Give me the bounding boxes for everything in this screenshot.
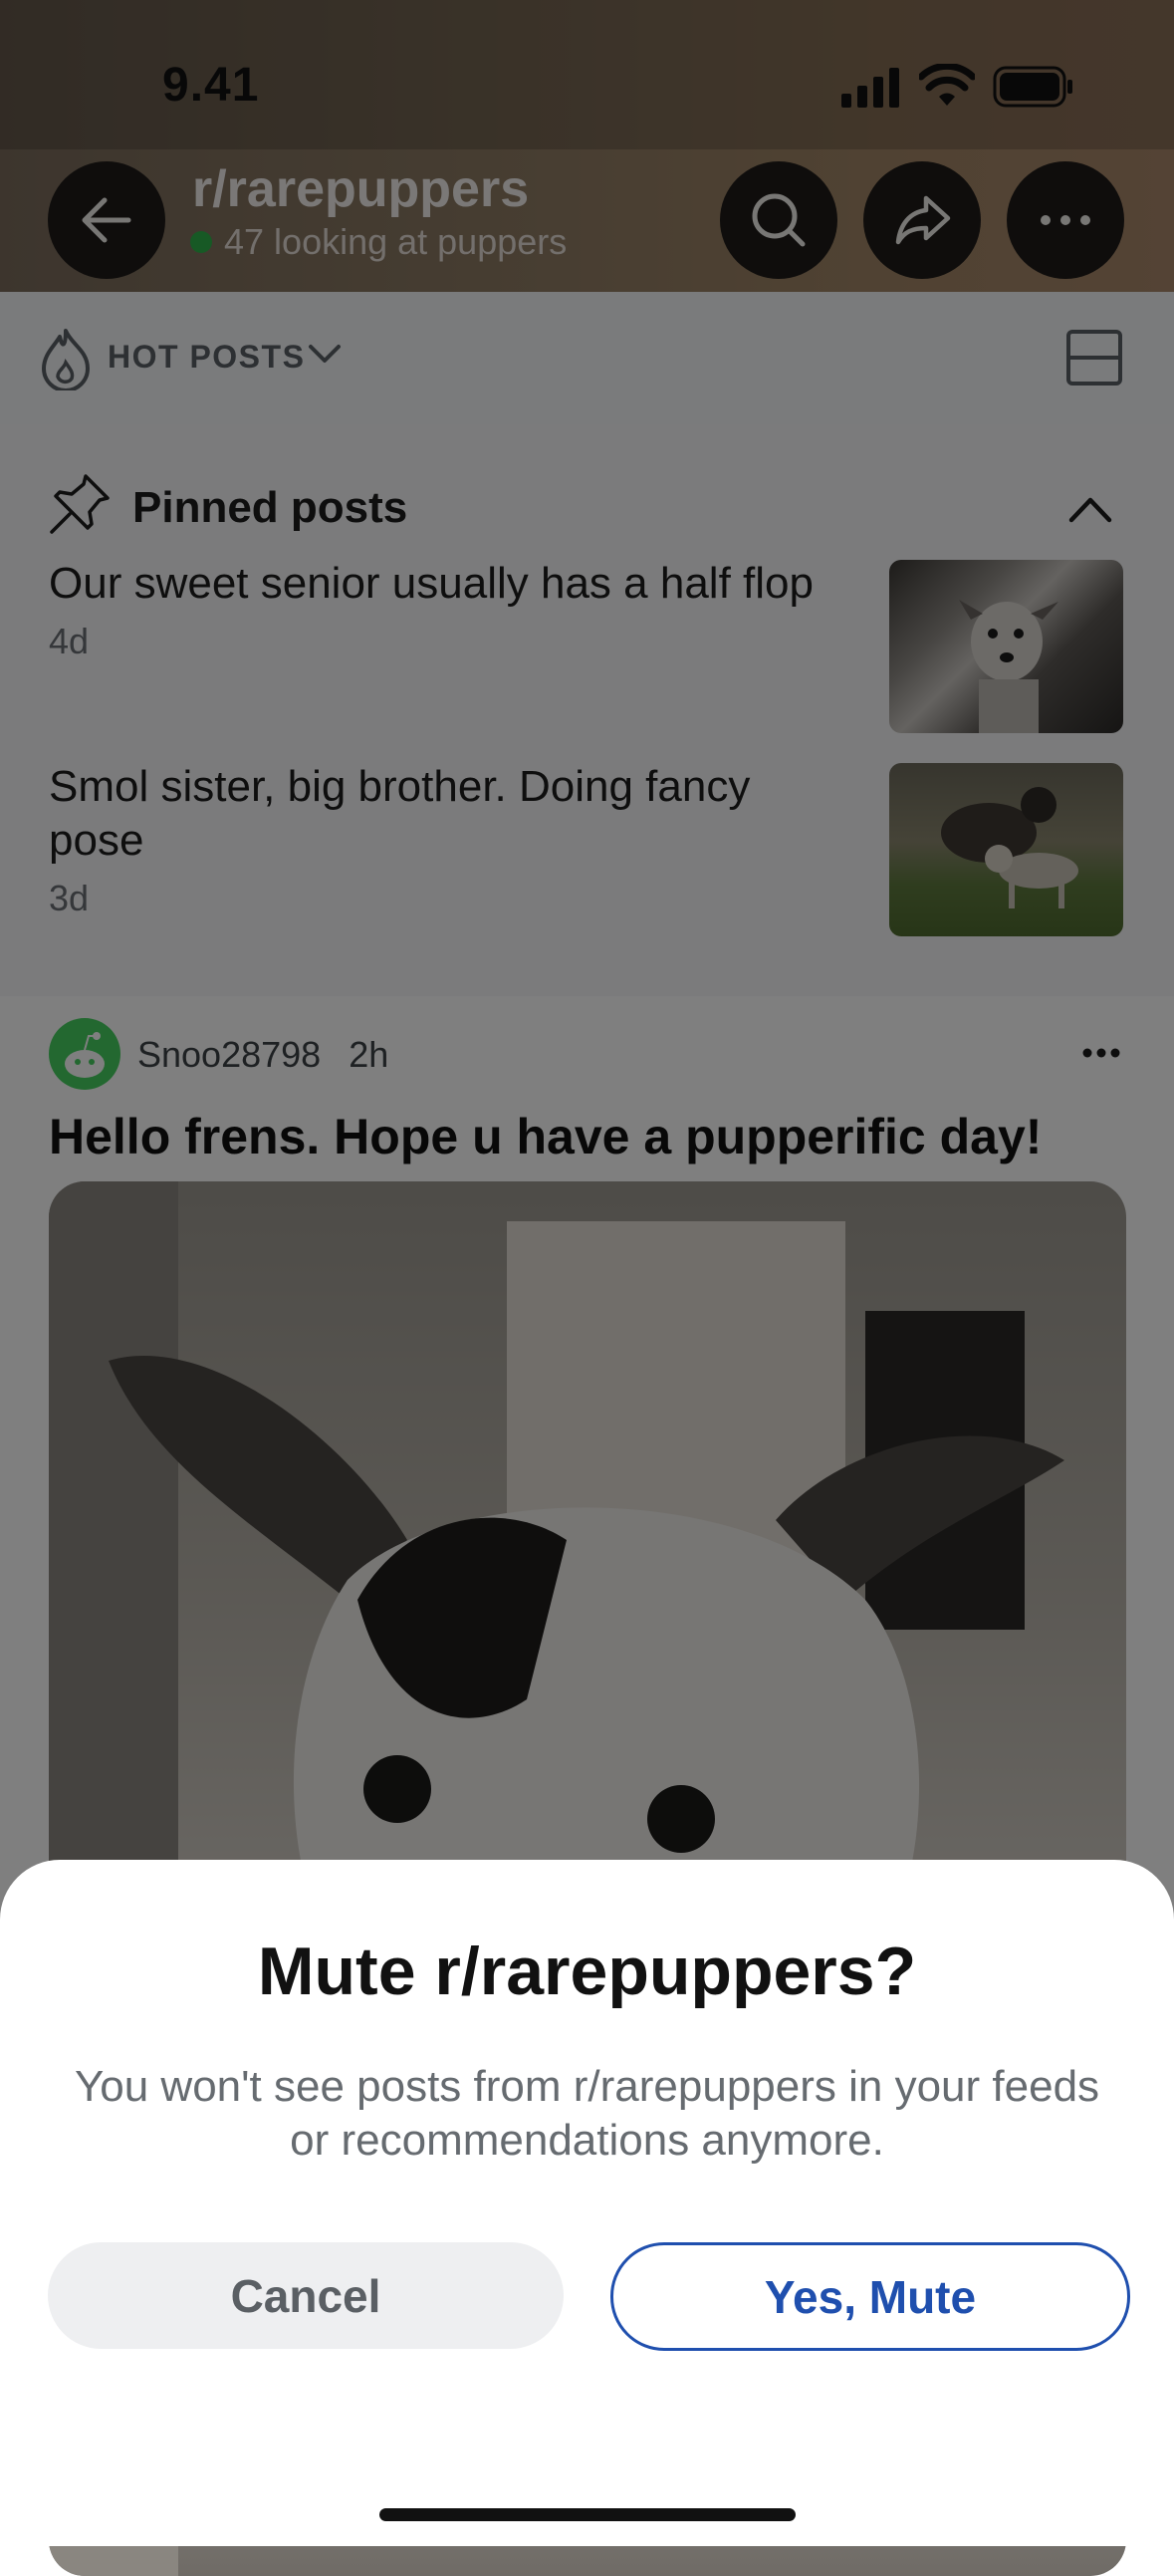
dialog-message: You won't see posts from r/rarepuppers i… xyxy=(74,2062,1100,2165)
confirm-mute-button[interactable]: Yes, Mute xyxy=(610,2242,1130,2351)
dialog-title: Mute r/rarepuppers? xyxy=(257,1933,917,2009)
home-indicator[interactable] xyxy=(379,2508,796,2521)
cancel-button[interactable]: Cancel xyxy=(48,2242,564,2349)
